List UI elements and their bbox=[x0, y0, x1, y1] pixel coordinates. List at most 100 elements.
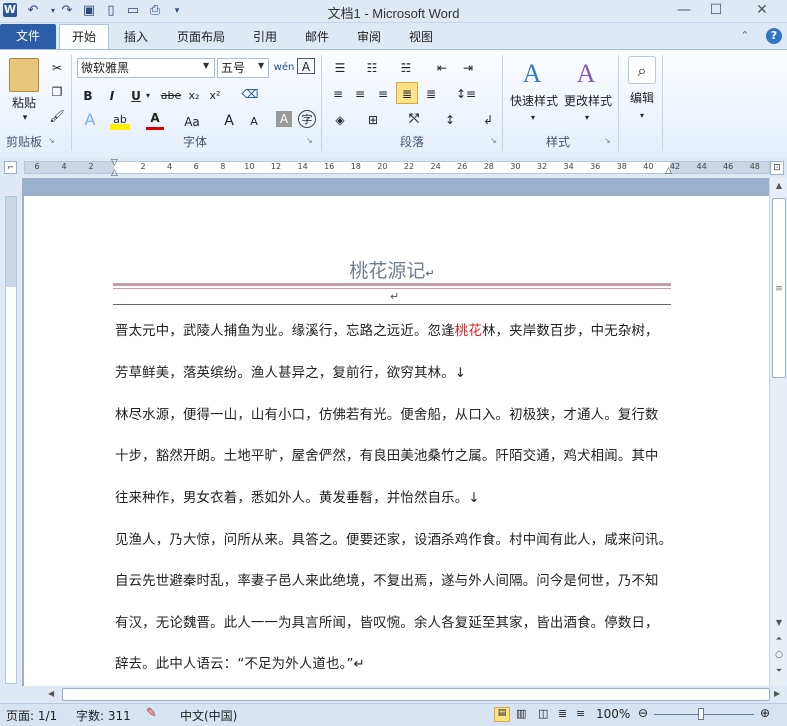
grow-font-button[interactable]: A bbox=[221, 111, 237, 131]
font-name-dropdown-icon[interactable]: ▼ bbox=[203, 61, 209, 70]
tab-mailings[interactable]: 邮件 bbox=[292, 26, 342, 48]
clear-formatting-icon[interactable]: ⌫ bbox=[240, 84, 260, 104]
tab-page-layout[interactable]: 页面布局 bbox=[166, 26, 236, 48]
styles-launcher-icon[interactable]: ↘ bbox=[604, 136, 614, 145]
editing-button[interactable]: 编辑 bbox=[624, 88, 660, 108]
chinese-layout-icon[interactable]: ⤲ bbox=[400, 108, 428, 128]
paste-icon[interactable] bbox=[9, 58, 39, 92]
quick-styles-icon[interactable]: A bbox=[514, 56, 550, 92]
shading-icon[interactable]: ◈ bbox=[328, 110, 352, 130]
decrease-indent-icon[interactable]: ⇤ bbox=[432, 58, 452, 78]
browse-object-icon[interactable]: ○ bbox=[773, 650, 785, 662]
zoom-in-icon[interactable]: ⊕ bbox=[760, 706, 770, 720]
text-line[interactable]: 自云先世避秦时乱，率妻子邑人来此绝境，不复出焉，遂与外人间隔。问今是何世，乃不知 bbox=[115, 569, 675, 589]
bullets-icon[interactable]: ☰ bbox=[330, 58, 350, 78]
underline-button[interactable]: U bbox=[128, 86, 144, 106]
zoom-level[interactable]: 100% bbox=[596, 707, 630, 721]
tab-selector-icon[interactable]: ⌐ bbox=[4, 161, 17, 174]
horizontal-scrollbar[interactable]: ◀ ▶ bbox=[0, 686, 787, 703]
minimize-button[interactable]: — bbox=[670, 0, 698, 22]
text-line[interactable]: 芳草鲜美，落英缤纷。渔人甚异之，复前行，欲穷其林。↓ bbox=[115, 361, 675, 381]
hscroll-thumb[interactable] bbox=[62, 688, 770, 701]
font-name-field[interactable]: 微软雅黑 bbox=[77, 58, 215, 78]
scroll-right-icon[interactable]: ▶ bbox=[774, 689, 784, 698]
tab-references[interactable]: 引用 bbox=[240, 26, 290, 48]
subscript-button[interactable]: x₂ bbox=[185, 86, 203, 106]
italic-button[interactable]: I bbox=[104, 86, 120, 106]
numbering-icon[interactable]: ☷ bbox=[362, 58, 382, 78]
help-icon[interactable]: ? bbox=[766, 28, 782, 44]
font-launcher-icon[interactable]: ↘ bbox=[306, 136, 316, 145]
vertical-scrollbar[interactable]: ▲ ≡ ▼ ⏶ ○ ⏷ bbox=[769, 178, 787, 686]
clipboard-launcher-icon[interactable]: ↘ bbox=[48, 136, 58, 145]
distributed-icon[interactable]: ≣ bbox=[421, 84, 441, 104]
text-line[interactable]: 见渔人，乃大惊，问所从来。具答之。便要还家，设酒杀鸡作食。村中闻有此人，咸来问讯… bbox=[115, 528, 675, 548]
ribbon-minimize-icon[interactable]: ⌃ bbox=[738, 29, 752, 43]
text-line[interactable]: 辞去。此中人语云：“不足为外人道也。”↵ bbox=[115, 652, 675, 672]
highlight-icon[interactable]: ab bbox=[110, 110, 130, 130]
scroll-down-icon[interactable]: ▼ bbox=[773, 618, 785, 630]
scroll-up-icon[interactable]: ▲ bbox=[773, 181, 785, 193]
print-layout-icon[interactable]: ▤ bbox=[494, 707, 510, 722]
phonetic-guide-icon[interactable]: wén bbox=[273, 58, 295, 78]
font-color-icon[interactable]: A bbox=[146, 110, 164, 130]
tab-view[interactable]: 视图 bbox=[396, 26, 446, 48]
strikethrough-button[interactable]: abe bbox=[158, 86, 184, 106]
change-case-button[interactable]: Aa bbox=[180, 112, 204, 132]
align-right-icon[interactable]: ≡ bbox=[373, 84, 393, 104]
align-center-icon[interactable]: ≡ bbox=[350, 84, 370, 104]
proofing-icon[interactable]: ✎ bbox=[146, 706, 157, 721]
tab-home[interactable]: 开始 bbox=[59, 24, 109, 49]
shrink-font-button[interactable]: A bbox=[246, 112, 262, 132]
font-size-dropdown-icon[interactable]: ▼ bbox=[258, 61, 264, 70]
increase-indent-icon[interactable]: ⇥ bbox=[458, 58, 478, 78]
line-spacing-icon[interactable]: ↕≡ bbox=[454, 84, 478, 104]
outline-icon[interactable]: ≣ bbox=[558, 707, 567, 720]
justify-icon[interactable]: ≣ bbox=[396, 82, 418, 104]
tab-insert[interactable]: 插入 bbox=[111, 26, 161, 48]
full-screen-reading-icon[interactable]: ▥ bbox=[516, 707, 526, 720]
zoom-out-icon[interactable]: ⊖ bbox=[638, 706, 648, 720]
language-indicator[interactable]: 中文(中国) bbox=[180, 707, 237, 724]
binoculars-icon[interactable]: ⌕ bbox=[628, 56, 656, 84]
character-border-icon[interactable]: A bbox=[297, 58, 315, 74]
vertical-ruler[interactable] bbox=[0, 178, 22, 686]
scroll-left-icon[interactable]: ◀ bbox=[48, 689, 58, 698]
scroll-thumb[interactable]: ≡ bbox=[772, 198, 786, 378]
borders-icon[interactable]: ⊞ bbox=[362, 110, 384, 130]
underline-dropdown-icon[interactable]: ▾ bbox=[144, 86, 152, 106]
draft-icon[interactable]: ≡ bbox=[576, 707, 585, 720]
tab-review[interactable]: 审阅 bbox=[344, 26, 394, 48]
enclose-characters-button[interactable]: 字 bbox=[298, 110, 316, 128]
change-styles-dropdown-icon[interactable]: ▾ bbox=[582, 108, 592, 128]
indent-marker-icon[interactable]: ▽ △ bbox=[110, 158, 119, 178]
maximize-button[interactable]: ☐ bbox=[702, 0, 730, 22]
next-page-icon[interactable]: ⏷ bbox=[773, 666, 785, 678]
show-hide-marks-icon[interactable]: ↲ bbox=[478, 110, 498, 130]
zoom-slider-thumb[interactable] bbox=[698, 708, 704, 720]
sort-icon[interactable]: ↕ bbox=[440, 110, 460, 130]
tab-file[interactable]: 文件 bbox=[0, 24, 56, 49]
word-count[interactable]: 字数: 311 bbox=[76, 707, 131, 724]
view-ruler-icon[interactable]: ⊡ bbox=[770, 161, 784, 175]
editing-dropdown-icon[interactable]: ▾ bbox=[637, 106, 647, 126]
document-title[interactable]: 桃花源记↵ bbox=[113, 256, 671, 283]
multilevel-list-icon[interactable]: ☵ bbox=[396, 58, 416, 78]
bold-button[interactable]: B bbox=[80, 86, 96, 106]
align-left-icon[interactable]: ≡ bbox=[328, 84, 348, 104]
text-line[interactable]: 晋太元中，武陵人捕鱼为业。缘溪行，忘路之远近。忽逢桃花林，夹岸数百步，中无杂树， bbox=[115, 319, 675, 339]
superscript-button[interactable]: x² bbox=[206, 86, 224, 106]
zoom-slider[interactable] bbox=[654, 714, 754, 715]
text-line[interactable]: 有汉，无论魏晋。此人一一为具言所闻，皆叹惋。余人各复延至其家，皆出酒食。停数日， bbox=[115, 611, 675, 631]
close-button[interactable]: ✕ bbox=[748, 0, 776, 22]
copy-icon[interactable]: ❐ bbox=[48, 82, 66, 102]
web-layout-icon[interactable]: ◫ bbox=[538, 707, 548, 720]
paragraph-launcher-icon[interactable]: ↘ bbox=[490, 136, 500, 145]
text-line[interactable]: 十步，豁然开朗。土地平旷，屋舍俨然，有良田美池桑竹之属。阡陌交通，鸡犬相闻。其中 bbox=[115, 444, 675, 464]
text-line[interactable]: 林尽水源，便得一山，山有小口，仿佛若有光。便舍船，从口入。初极狭，才通人。复行数 bbox=[115, 403, 675, 423]
paste-dropdown-icon[interactable]: ▾ bbox=[20, 108, 30, 128]
page-count[interactable]: 页面: 1/1 bbox=[6, 707, 57, 724]
text-effects-icon[interactable]: A bbox=[80, 110, 100, 130]
cut-icon[interactable]: ✂ bbox=[48, 58, 66, 78]
quick-styles-dropdown-icon[interactable]: ▾ bbox=[528, 108, 538, 128]
